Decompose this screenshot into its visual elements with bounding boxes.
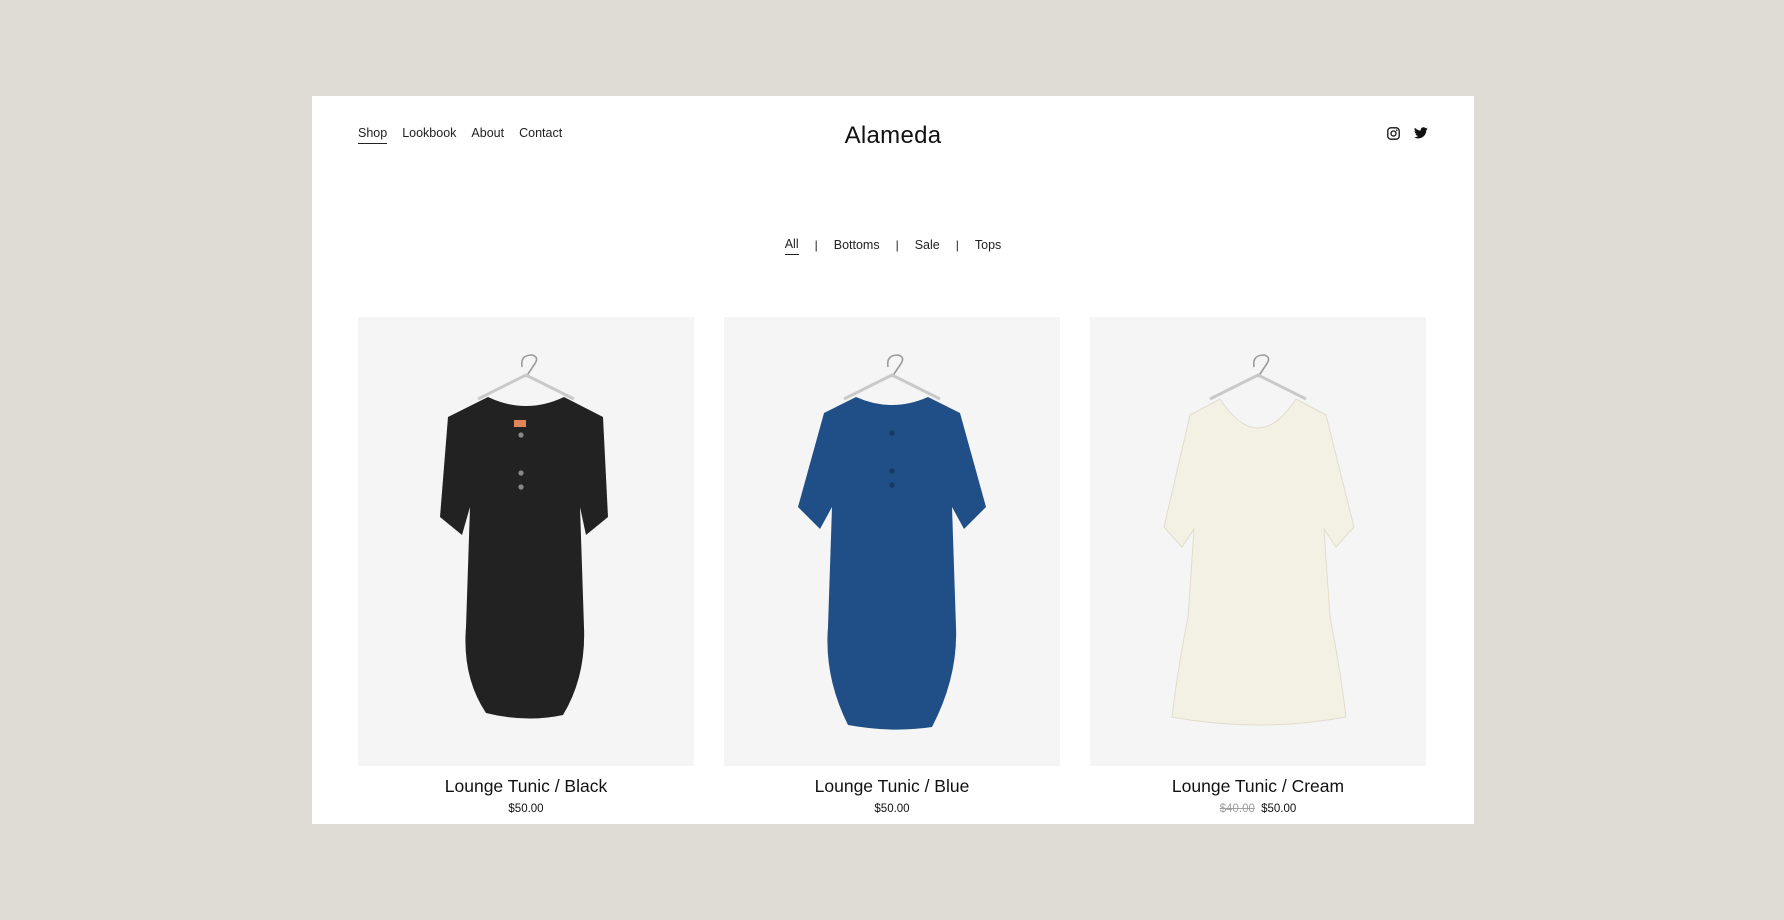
filter-separator: | <box>895 237 899 252</box>
filter-bottoms[interactable]: Bottoms <box>834 238 880 255</box>
product-card[interactable]: Lounge Tunic / Cream $40.00 $50.00 <box>1090 317 1426 815</box>
product-price: $50.00 <box>358 803 694 815</box>
social-links <box>1387 127 1428 140</box>
product-name[interactable]: Lounge Tunic / Blue <box>724 776 1060 797</box>
twitter-icon[interactable] <box>1414 127 1428 140</box>
instagram-icon[interactable] <box>1387 127 1400 140</box>
filter-sale[interactable]: Sale <box>915 238 940 255</box>
filter-all[interactable]: All <box>784 237 799 255</box>
filter-tops[interactable]: Tops <box>975 238 1001 255</box>
product-price: $40.00 $50.00 <box>1090 803 1426 815</box>
filter-separator: | <box>814 237 818 252</box>
product-price: $50.00 <box>724 803 1060 815</box>
store-page: Shop Lookbook About Contact Alameda All … <box>312 96 1474 824</box>
product-name[interactable]: Lounge Tunic / Black <box>358 776 694 797</box>
product-image[interactable] <box>724 317 1060 766</box>
original-price: $40.00 <box>1219 803 1255 815</box>
sale-price: $50.00 <box>1261 803 1297 815</box>
product-image[interactable] <box>1090 317 1426 766</box>
current-price: $50.00 <box>874 803 910 815</box>
site-logo[interactable]: Alameda <box>312 122 1474 150</box>
product-card[interactable]: Lounge Tunic / Blue $50.00 <box>724 317 1060 815</box>
product-grid: Lounge Tunic / Black $50.00 Lounge Tunic… <box>358 317 1426 815</box>
filter-separator: | <box>955 237 959 252</box>
current-price: $50.00 <box>508 803 544 815</box>
product-card[interactable]: Lounge Tunic / Black $50.00 <box>358 317 694 815</box>
product-name[interactable]: Lounge Tunic / Cream <box>1090 776 1426 797</box>
category-filters: All | Bottoms | Sale | Tops <box>312 237 1474 255</box>
product-image[interactable] <box>358 317 694 766</box>
